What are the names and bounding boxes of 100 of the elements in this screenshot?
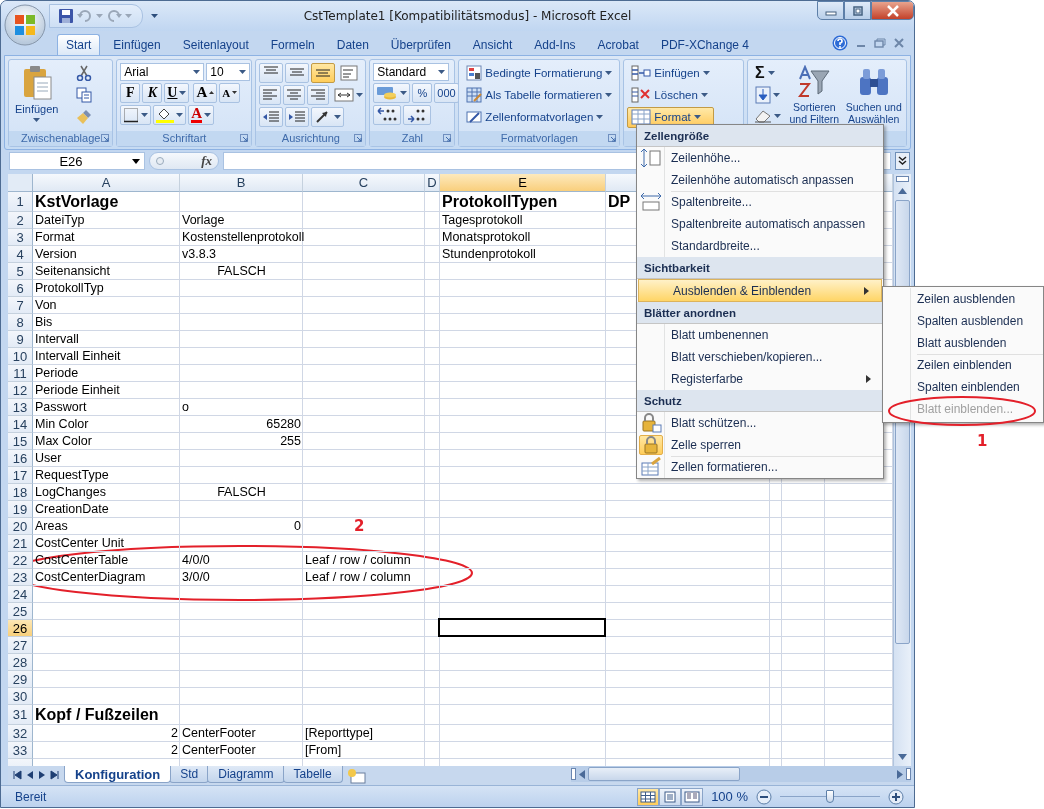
format-as-table-button[interactable]: Als Tabelle formatieren (462, 84, 617, 106)
dialog-launcher-icon[interactable] (101, 133, 110, 142)
dialog-launcher-icon[interactable] (354, 133, 363, 142)
dialog-launcher-icon[interactable] (443, 133, 452, 142)
grow-font-button[interactable]: A (193, 82, 218, 103)
ribbon-tab[interactable]: Einfügen (104, 33, 170, 55)
menu-item[interactable]: Ausblenden & Einblenden (638, 279, 882, 302)
ribbon-tab[interactable]: Ansicht (463, 33, 522, 55)
close-button[interactable] (871, 1, 914, 20)
close-icon[interactable] (894, 37, 904, 48)
align-center-button[interactable] (283, 84, 306, 105)
insert-sheet-icon[interactable] (346, 768, 367, 785)
column-header[interactable]: A (33, 173, 180, 192)
menu-item[interactable]: Blatt verschieben/kopieren... (637, 346, 883, 368)
menu-item[interactable]: Blatt schützen... (637, 412, 883, 434)
menu-item[interactable]: Spalten einblenden (883, 376, 1043, 398)
sheet-tab[interactable]: Std (169, 766, 210, 784)
find-select-button[interactable]: Suchen und Auswählen (844, 62, 903, 128)
table-cell (425, 500, 440, 518)
insert-function-button[interactable]: fx (201, 153, 212, 170)
scrollbar-thumb[interactable] (588, 767, 740, 782)
font-field[interactable]: Arial (120, 62, 205, 81)
ribbon-tab[interactable]: Daten (327, 33, 378, 55)
underline-button[interactable]: U (164, 82, 190, 103)
menu-item[interactable]: Spaltenbreite automatisch anpassen (637, 213, 883, 235)
dialog-launcher-icon[interactable] (240, 133, 249, 142)
thousands-button[interactable]: 000 (434, 82, 459, 103)
insert-button[interactable]: Einfügen (627, 62, 714, 84)
column-header[interactable]: C (303, 173, 425, 192)
ribbon-tab[interactable]: Add-Ins (525, 33, 585, 55)
maximize-button[interactable] (844, 1, 871, 20)
align-bottom-button[interactable] (311, 62, 336, 83)
align-left-button[interactable] (259, 84, 282, 105)
ribbon-tab[interactable]: Start (57, 33, 101, 55)
fill-color-button[interactable] (153, 104, 187, 125)
shrink-font-button[interactable]: A (219, 82, 241, 103)
table-cell: Periode Einheit (33, 381, 180, 399)
row-header[interactable]: 31 (8, 704, 33, 725)
column-header[interactable]: B (180, 173, 303, 192)
redo-icon[interactable] (106, 8, 122, 23)
page-layout-button[interactable] (659, 787, 682, 806)
indent-button[interactable] (285, 106, 310, 127)
sheet-tab[interactable]: Tabelle (282, 766, 343, 784)
decrease-decimal-button[interactable] (403, 104, 432, 125)
restore-icon[interactable] (874, 37, 886, 48)
table-cell (425, 534, 440, 552)
align-top-button[interactable] (259, 62, 284, 83)
previous-sheet-icon[interactable] (26, 770, 34, 781)
column-header[interactable]: E (440, 173, 606, 192)
italic-button[interactable]: K (142, 82, 163, 103)
last-sheet-icon[interactable] (50, 770, 60, 781)
save-icon[interactable] (58, 7, 74, 24)
align-middle-button[interactable] (285, 62, 310, 83)
conditional-format-icon (466, 65, 483, 82)
horizontal-scrollbar[interactable] (571, 766, 911, 783)
sort-filter-button[interactable]: Sortieren und Filtern (786, 62, 843, 128)
number-format-field[interactable]: Standard (373, 62, 450, 81)
zoom-in-icon[interactable] (888, 788, 904, 805)
normal-view-button[interactable] (637, 787, 660, 806)
zoom-out-icon[interactable] (756, 788, 772, 805)
menu-item[interactable]: Spalten ausblenden (883, 310, 1043, 332)
borders-button[interactable] (120, 104, 152, 125)
paste-button[interactable]: Einfügen (12, 62, 62, 128)
ribbon-tab[interactable]: Seitenlayout (173, 33, 258, 55)
increase-decimal-button[interactable] (373, 104, 402, 125)
outdent-button[interactable] (259, 106, 284, 127)
font-color-button[interactable]: A (188, 104, 215, 125)
page-break-button[interactable] (681, 787, 704, 806)
autosum-button[interactable]: Σ (751, 62, 784, 84)
first-sheet-icon[interactable] (12, 770, 22, 781)
font-size-field[interactable]: 10 (206, 62, 251, 81)
bold-button[interactable]: F (120, 82, 141, 103)
row-header[interactable]: 1 (8, 191, 33, 212)
table-cell (782, 534, 825, 552)
ribbon-tab[interactable]: PDF-XChange 4 (651, 33, 758, 55)
ribbon-tab[interactable]: Formeln (261, 33, 324, 55)
next-sheet-icon[interactable] (38, 770, 46, 781)
sheet-tab[interactable]: Konfiguration (64, 766, 172, 784)
menu-item[interactable]: Zeilen ausblenden (883, 288, 1043, 310)
minimize-button[interactable] (817, 1, 844, 20)
menu-item[interactable]: Zelle sperren (637, 434, 883, 456)
delete-button[interactable]: Löschen (627, 84, 714, 106)
zoom-thumb[interactable] (826, 789, 834, 803)
sheet-tab[interactable]: Diagramm (207, 766, 285, 784)
cell-styles-button[interactable]: Zellenformatvorlagen (462, 106, 617, 128)
column-header[interactable]: D (425, 173, 440, 192)
expand-button[interactable] (895, 152, 910, 171)
wrap-text-icon (340, 64, 359, 81)
percent-button[interactable]: % (412, 82, 433, 103)
dialog-launcher-icon[interactable] (608, 133, 617, 142)
ribbon-tab[interactable]: Acrobat (588, 33, 648, 55)
menu-item[interactable]: Blatt umbenennen (637, 324, 883, 346)
customize-caret-icon[interactable] (151, 13, 158, 18)
ribbon-tab[interactable]: Überprüfen (381, 33, 460, 55)
orientation-button[interactable] (311, 106, 345, 127)
conditional-formatting-button[interactable]: Bedingte Formatierung (462, 62, 617, 84)
name-box[interactable]: E26 (9, 152, 145, 171)
table-cell: [Reporttype] (303, 724, 425, 742)
help-icon[interactable] (832, 34, 848, 51)
menu-item[interactable]: Zeilenhöhe... (637, 147, 883, 169)
